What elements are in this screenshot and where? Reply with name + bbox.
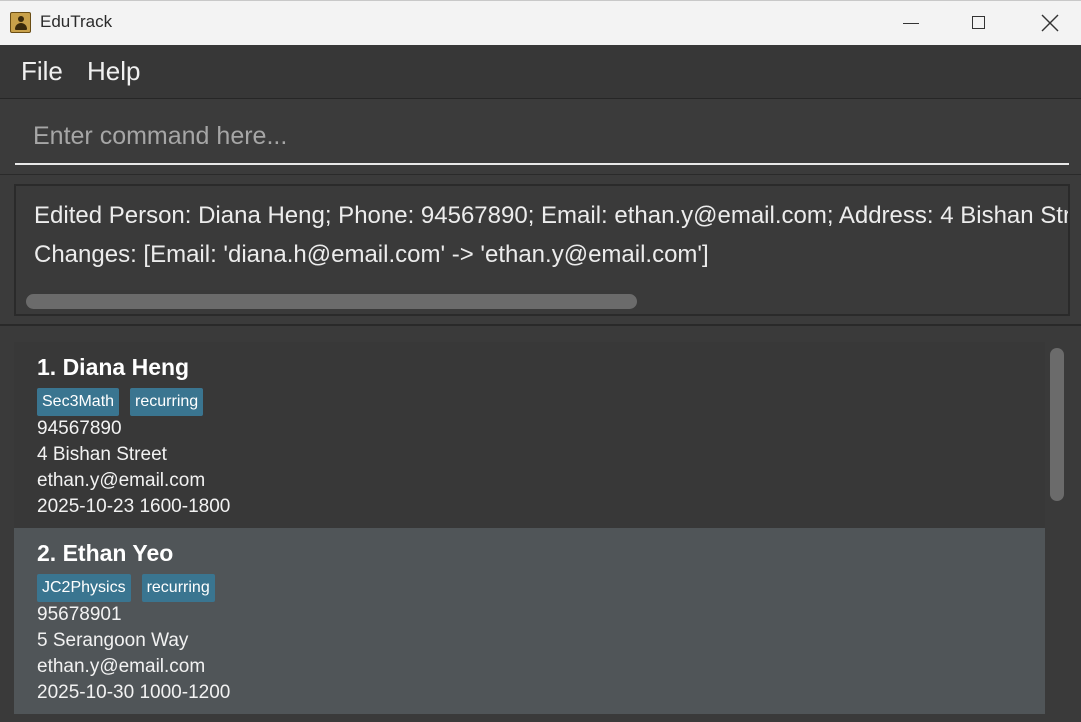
person-email: ethan.y@email.com bbox=[37, 470, 206, 491]
close-button[interactable] bbox=[1020, 1, 1080, 46]
maximize-icon bbox=[972, 16, 985, 29]
window-title: EduTrack bbox=[40, 12, 113, 31]
person-name: 1. Diana Heng bbox=[37, 354, 190, 380]
minimize-button[interactable] bbox=[881, 1, 941, 46]
title-bar: EduTrack bbox=[0, 0, 1081, 45]
tag: recurring bbox=[141, 574, 215, 602]
person-phone: 94567890 bbox=[37, 418, 122, 439]
tag: JC2Physics bbox=[37, 574, 131, 602]
person-card-selected[interactable]: 2. Ethan Yeo JC2Physics recurring 9567890… bbox=[14, 528, 1045, 714]
person-name: 2. Ethan Yeo bbox=[37, 540, 174, 566]
maximize-button[interactable] bbox=[950, 1, 1010, 46]
person-schedule: 2025-10-23 1600-1800 bbox=[37, 496, 231, 517]
result-line-1: Edited Person: Diana Heng; Phone: 945678… bbox=[34, 202, 1070, 229]
tag: Sec3Math bbox=[37, 388, 120, 416]
menu-bar: File Help bbox=[0, 45, 1081, 99]
person-address: 4 Bishan Street bbox=[37, 444, 167, 465]
result-line-2: Changes: [Email: 'diana.h@email.com' -> … bbox=[34, 241, 709, 268]
menu-file[interactable]: File bbox=[21, 56, 63, 87]
result-display: Edited Person: Diana Heng; Phone: 945678… bbox=[14, 184, 1070, 316]
person-card[interactable]: 1. Diana Heng Sec3Math recurring 94567890… bbox=[14, 342, 1045, 528]
person-email: ethan.y@email.com bbox=[37, 656, 206, 677]
minimize-icon bbox=[903, 23, 919, 24]
person-list: 1. Diana Heng Sec3Math recurring 94567890… bbox=[0, 326, 1081, 722]
person-phone: 95678901 bbox=[37, 604, 122, 625]
person-address: 5 Serangoon Way bbox=[37, 630, 189, 651]
close-icon bbox=[1041, 14, 1059, 32]
tag-list: JC2Physics recurring bbox=[37, 574, 226, 602]
menu-help[interactable]: Help bbox=[87, 56, 140, 87]
person-schedule: 2025-10-30 1000-1200 bbox=[37, 682, 231, 703]
command-input[interactable] bbox=[15, 110, 1069, 165]
tag-list: Sec3Math recurring bbox=[37, 388, 214, 416]
horizontal-scrollbar[interactable] bbox=[26, 294, 637, 309]
address-book-icon bbox=[10, 12, 31, 33]
vertical-scrollbar[interactable] bbox=[1050, 348, 1064, 501]
tag: recurring bbox=[130, 388, 204, 416]
